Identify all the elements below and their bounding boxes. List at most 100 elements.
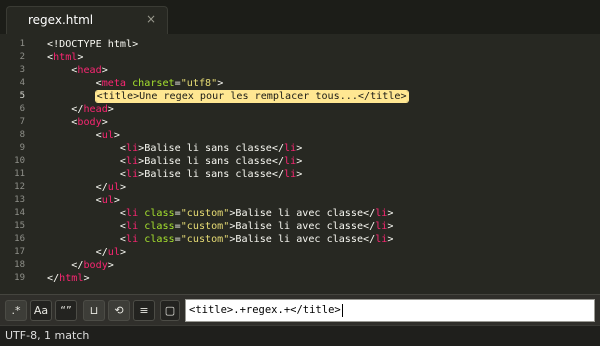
tag-name: li xyxy=(126,143,139,154)
line-number: 3 xyxy=(19,65,25,75)
code-line[interactable]: 4 <meta charset="utf8"> xyxy=(0,77,600,90)
line-number: 16 xyxy=(14,234,25,244)
code-text: > xyxy=(83,273,90,284)
find-panel: .* Aa “” ⊔ ⟲ ≡ ▢ <title>.+regex.+</title… xyxy=(0,294,600,325)
code-text: </ xyxy=(47,273,60,284)
tag-name: li xyxy=(375,234,388,245)
case-sensitive-toggle[interactable]: Aa xyxy=(30,300,52,321)
line-code: <html> xyxy=(47,51,83,64)
tag-name: body xyxy=(77,117,102,128)
line-number: 8 xyxy=(19,130,25,140)
code-line[interactable]: 19 </html> xyxy=(0,272,600,285)
code-line[interactable]: 7 <body> xyxy=(0,116,600,129)
code-line[interactable]: 9 <li>Balise li sans classe</li> xyxy=(0,142,600,155)
code-editor[interactable]: 1 <!DOCTYPE html> 2 <html> 3 <head> 4 <meta c… xyxy=(0,34,600,294)
line-code: <head> xyxy=(47,64,108,77)
tab-title: regex.html xyxy=(28,13,94,27)
line-number: 12 xyxy=(14,182,25,192)
tag-name: html xyxy=(59,273,84,284)
line-number: 19 xyxy=(14,273,25,283)
code-line[interactable]: 6 </head> xyxy=(0,103,600,116)
code-text: > xyxy=(119,247,127,258)
attribute-value: "utf8" xyxy=(180,78,218,89)
code-text: < xyxy=(47,65,78,76)
code-text: >Balise li sans classe</ xyxy=(138,169,285,180)
line-code: <li class="custom">Balise li avec classe… xyxy=(47,220,394,233)
code-text: > xyxy=(101,117,108,128)
line-code: <li class="custom">Balise li avec classe… xyxy=(47,233,394,246)
line-code: <li>Balise li sans classe</li> xyxy=(47,155,302,168)
line-number: 2 xyxy=(19,52,25,62)
line-number: 9 xyxy=(19,143,25,153)
tag-name: ul xyxy=(107,182,120,193)
code-line[interactable]: 1 <!DOCTYPE html> xyxy=(0,38,600,51)
code-line[interactable]: 16 <li class="custom">Balise li avec cla… xyxy=(0,233,600,246)
tag-name: meta xyxy=(101,78,127,89)
line-number: 15 xyxy=(14,221,25,231)
tag-name: li xyxy=(126,234,139,245)
code-text: > xyxy=(77,52,84,63)
show-context-toggle[interactable]: ▢ xyxy=(160,300,180,321)
code-line[interactable]: 5 <title>Une regex pour les remplacer to… xyxy=(0,90,600,103)
search-match: <title>Une regex pour les remplacer tous… xyxy=(95,91,408,102)
tag-name: li xyxy=(284,169,297,180)
code-text: > xyxy=(107,104,114,115)
code-text: < xyxy=(47,117,78,128)
code-text: </ xyxy=(47,104,84,115)
line-number: 4 xyxy=(19,78,25,88)
tag-name: li xyxy=(375,208,388,219)
tag-name: head xyxy=(83,104,108,115)
code-text: < xyxy=(47,156,127,167)
code-text: < xyxy=(47,221,127,232)
highlight-matches-toggle[interactable]: ≡ xyxy=(133,300,155,321)
tab-regex-html[interactable]: regex.html × xyxy=(6,6,168,34)
code-line[interactable]: 15 <li class="custom">Balise li avec cla… xyxy=(0,220,600,233)
code-text: < xyxy=(47,78,102,89)
attribute-name: charset xyxy=(132,78,175,89)
code-line[interactable]: 10 <li>Balise li sans classe</li> xyxy=(0,155,600,168)
code-text: > xyxy=(217,78,224,89)
code-text: > xyxy=(101,65,108,76)
code-text: > xyxy=(387,208,394,219)
line-code: <title>Une regex pour les remplacer tous… xyxy=(47,90,408,103)
code-text: </ xyxy=(47,247,108,258)
status-bar: UTF-8, 1 match xyxy=(0,325,600,346)
tag-name: li xyxy=(126,221,139,232)
tag-name: ul xyxy=(101,130,114,141)
wrap-toggle[interactable]: ⊔ xyxy=(83,300,105,321)
tag-name: li xyxy=(284,143,297,154)
tag-name: li xyxy=(284,156,297,167)
regex-toggle[interactable]: .* xyxy=(5,300,27,321)
line-code: <li>Balise li sans classe</li> xyxy=(47,168,302,181)
code-line[interactable]: 3 <head> xyxy=(0,64,600,77)
whole-word-toggle[interactable]: “” xyxy=(55,300,77,321)
code-line[interactable]: 2 <html> xyxy=(0,51,600,64)
code-text: > xyxy=(296,169,303,180)
code-line[interactable]: 17 </ul> xyxy=(0,246,600,259)
tag-name: li xyxy=(375,221,388,232)
line-code: </head> xyxy=(47,103,114,116)
code-text: < xyxy=(47,130,102,141)
code-line[interactable]: 8 <ul> xyxy=(0,129,600,142)
code-text: < xyxy=(47,208,127,219)
code-text: > xyxy=(387,234,394,245)
tag-name: li xyxy=(126,156,139,167)
line-code: <body> xyxy=(47,116,108,129)
find-input[interactable]: <title>.+regex.+</title> xyxy=(185,299,595,322)
tag-name: body xyxy=(83,260,108,271)
code-text: < xyxy=(47,195,102,206)
close-icon[interactable]: × xyxy=(145,12,157,26)
code-line[interactable]: 18 </body> xyxy=(0,259,600,272)
code-line[interactable]: 14 <li class="custom">Balise li avec cla… xyxy=(0,207,600,220)
tag-name: li xyxy=(126,169,139,180)
code-line[interactable]: 12 </ul> xyxy=(0,181,600,194)
attribute-value: "custom" xyxy=(180,208,230,219)
code-text: >Balise li sans classe</ xyxy=(138,156,285,167)
in-selection-toggle[interactable]: ⟲ xyxy=(108,300,130,321)
attribute-name: class xyxy=(144,234,175,245)
code-text: < xyxy=(47,234,127,245)
code-line[interactable]: 11 <li>Balise li sans classe</li> xyxy=(0,168,600,181)
line-number: 5 xyxy=(19,91,25,101)
line-number: 11 xyxy=(14,169,25,179)
code-line[interactable]: 13 <ul> xyxy=(0,194,600,207)
